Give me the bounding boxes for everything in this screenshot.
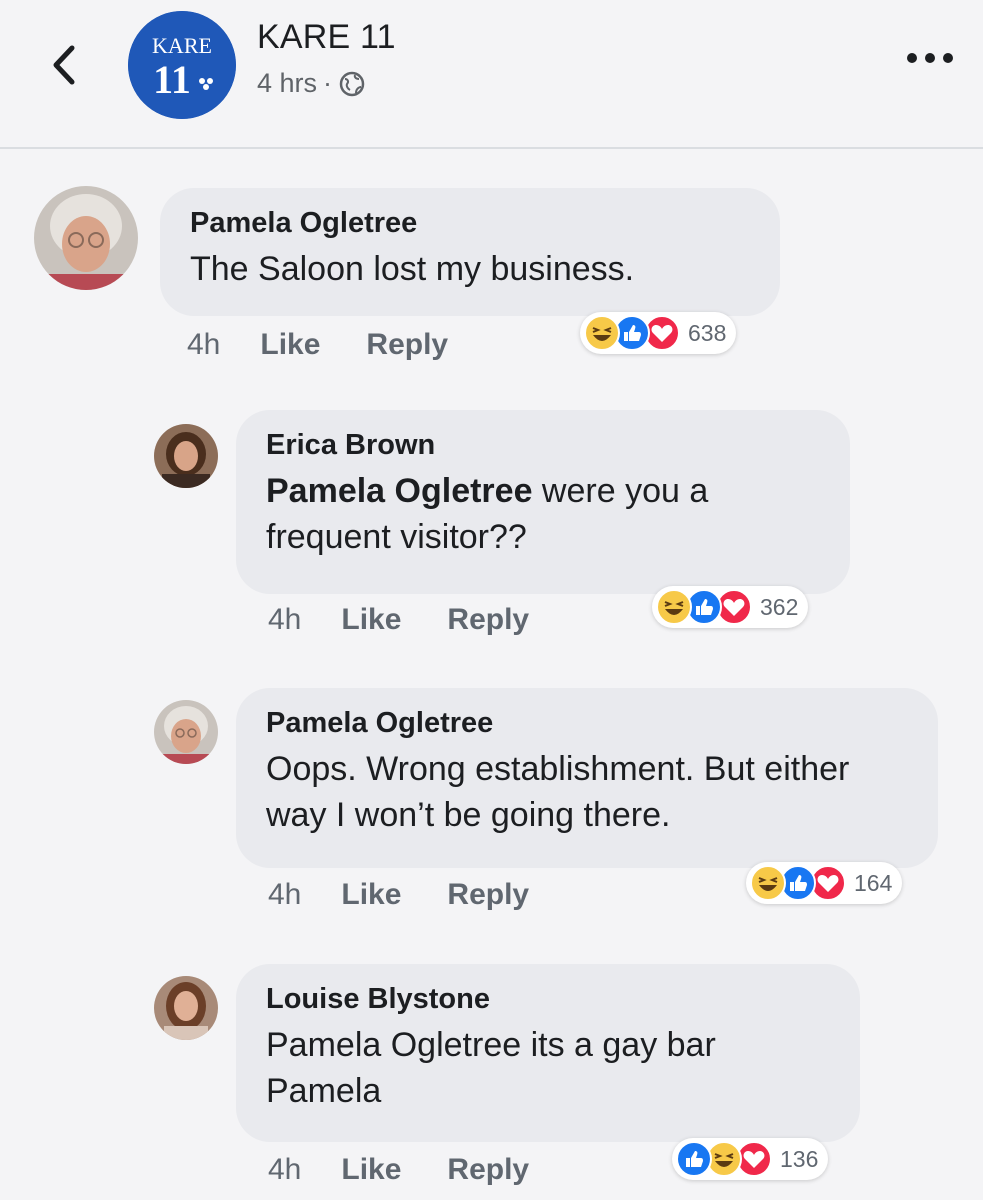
page-avatar[interactable]: KARE 11 bbox=[128, 11, 236, 119]
reply-button[interactable]: Reply bbox=[366, 328, 448, 362]
like-button[interactable]: Like bbox=[341, 1153, 401, 1187]
comment-text: Pamela Ogletree were you a frequent visi… bbox=[266, 468, 822, 560]
comment-text: The Saloon lost my business. bbox=[190, 246, 752, 292]
haha-icon bbox=[656, 589, 692, 625]
meta-separator: · bbox=[323, 68, 333, 98]
avatar[interactable] bbox=[154, 424, 218, 488]
comment-time[interactable]: 4h bbox=[187, 328, 220, 362]
post-header: KARE 11 KARE 11 4 hrs · bbox=[0, 0, 983, 148]
like-button[interactable]: Like bbox=[260, 328, 320, 362]
mention-link[interactable]: Pamela Ogletree bbox=[266, 472, 532, 510]
like-button[interactable]: Like bbox=[341, 878, 401, 912]
comment-actions: 4h Like Reply bbox=[187, 328, 494, 362]
avatar[interactable] bbox=[34, 186, 138, 290]
logo-text-num: 11 bbox=[153, 57, 191, 102]
globe-icon bbox=[339, 71, 365, 96]
haha-icon bbox=[584, 315, 620, 351]
comment-body: Oops. Wrong establishment. But either wa… bbox=[266, 750, 850, 834]
reactions-summary[interactable]: 164 bbox=[746, 862, 903, 904]
reply-button[interactable]: Reply bbox=[447, 603, 529, 637]
comment-actions: 4h Like Reply bbox=[268, 1153, 575, 1187]
avatar[interactable] bbox=[154, 700, 218, 764]
comment-time[interactable]: 4h bbox=[268, 878, 301, 912]
comment-time[interactable]: 4h bbox=[268, 1153, 301, 1187]
header-divider bbox=[0, 147, 983, 149]
reactions-summary[interactable]: 362 bbox=[652, 586, 809, 628]
more-options-icon[interactable] bbox=[900, 48, 960, 68]
comment-author[interactable]: Louise Blystone bbox=[266, 982, 832, 1016]
reply-button[interactable]: Reply bbox=[447, 878, 529, 912]
post-time: 4 hrs bbox=[257, 68, 318, 98]
comment-bubble: Pamela Ogletree Oops. Wrong establishmen… bbox=[236, 688, 938, 868]
comment-author[interactable]: Erica Brown bbox=[266, 428, 822, 462]
comment-actions: 4h Like Reply bbox=[268, 603, 575, 637]
page-name[interactable]: KARE 11 bbox=[257, 18, 396, 57]
reactions-summary[interactable]: 136 bbox=[672, 1138, 829, 1180]
comment-time[interactable]: 4h bbox=[268, 603, 301, 637]
comment-author[interactable]: Pamela Ogletree bbox=[190, 206, 752, 240]
like-button[interactable]: Like bbox=[341, 603, 401, 637]
like-icon bbox=[676, 1141, 712, 1177]
reaction-count: 164 bbox=[854, 869, 893, 896]
comment-actions: 4h Like Reply bbox=[268, 878, 575, 912]
kare11-logo: KARE 11 bbox=[128, 11, 236, 119]
comment-text: Pamela Ogletree its a gay bar Pamela bbox=[266, 1022, 832, 1114]
comment-bubble: Pamela Ogletree The Saloon lost my busin… bbox=[160, 188, 780, 316]
comment-body: Pamela Ogletree its a gay bar Pamela bbox=[266, 1026, 716, 1110]
comment-text: Oops. Wrong establishment. But either wa… bbox=[266, 746, 910, 838]
back-arrow-icon[interactable] bbox=[44, 40, 84, 90]
logo-text-top: KARE bbox=[152, 33, 212, 58]
comment-bubble: Louise Blystone Pamela Ogletree its a ga… bbox=[236, 964, 860, 1142]
post-meta: 4 hrs · bbox=[257, 68, 366, 99]
comment-body: The Saloon lost my business. bbox=[190, 250, 635, 288]
haha-icon bbox=[750, 865, 786, 901]
comment-author[interactable]: Pamela Ogletree bbox=[266, 706, 910, 740]
reply-button[interactable]: Reply bbox=[447, 1153, 529, 1187]
reaction-count: 362 bbox=[760, 593, 799, 620]
reaction-count: 136 bbox=[780, 1145, 819, 1172]
reactions-summary[interactable]: 638 bbox=[580, 312, 737, 354]
avatar[interactable] bbox=[154, 976, 218, 1040]
reaction-count: 638 bbox=[688, 319, 727, 346]
comment-bubble: Erica Brown Pamela Ogletree were you a f… bbox=[236, 410, 850, 594]
